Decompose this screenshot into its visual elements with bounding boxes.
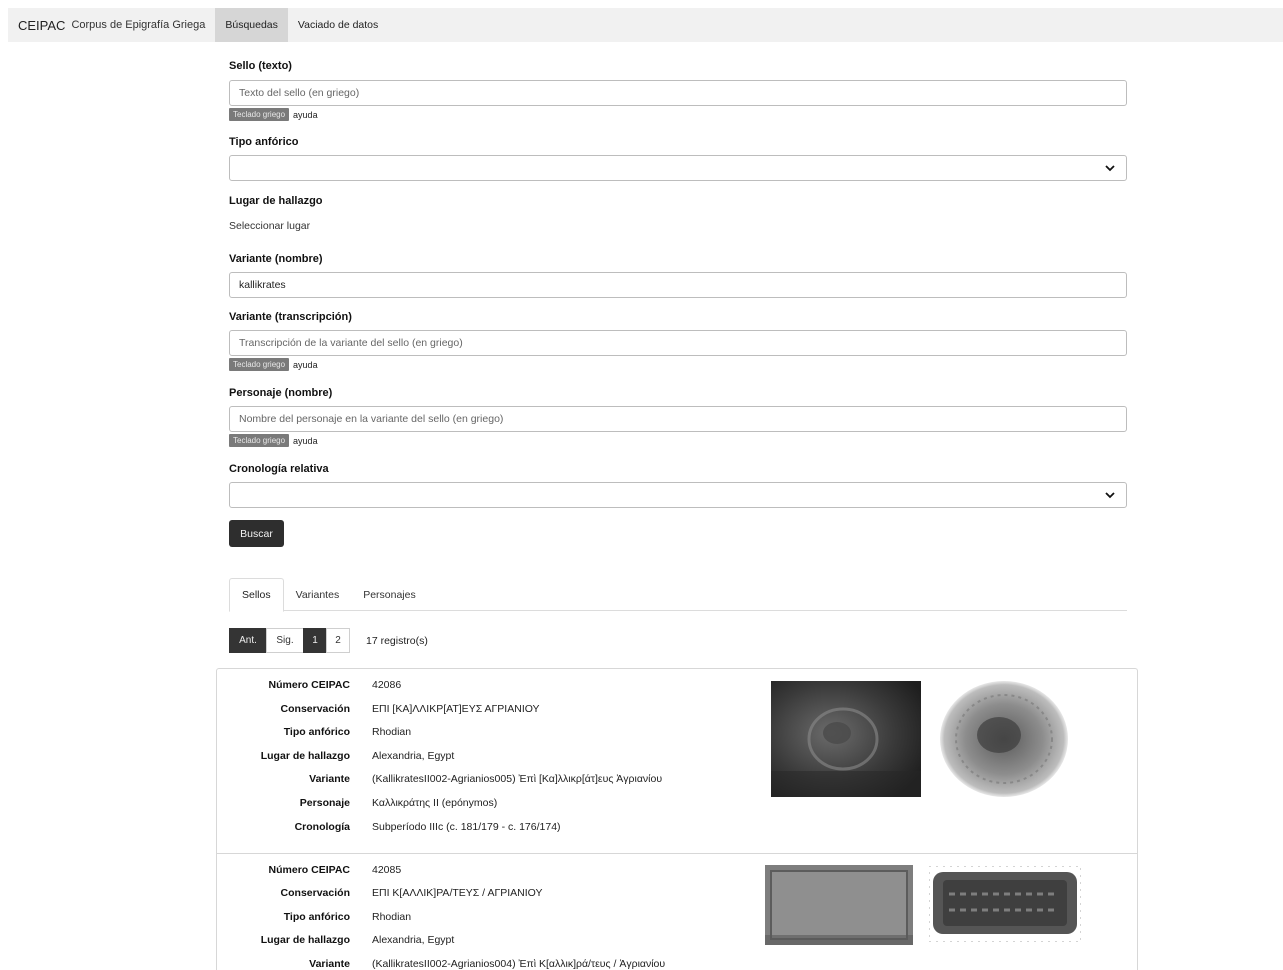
help-link[interactable]: ayuda [293, 360, 318, 370]
results-list: Número CEIPAC 42086 Conservación ΕΠΙ [ΚΑ]Λ… [216, 668, 1138, 970]
variante-value: (KallikratesII002-Agrianios005) Ἐπὶ [Κα]… [372, 773, 663, 785]
brand-subtitle: Corpus de Epigrafía Griega [71, 19, 206, 31]
field-label: Lugar de hallazgo [260, 934, 350, 946]
field-label: Variante [309, 958, 350, 970]
top-navbar: CEIPAC Corpus de Epigrafía Griega Búsque… [8, 8, 1283, 42]
field-label: Tipo anfórico [283, 726, 350, 738]
personaje-label: Personaje (nombre) [229, 387, 333, 399]
stamp-rubbing[interactable] [937, 679, 1072, 801]
search-button[interactable]: Buscar [229, 520, 284, 547]
crono-label: Cronología relativa [229, 463, 329, 475]
greek-keyboard-button[interactable]: Teclado griego [229, 108, 290, 121]
variante-nombre-label: Variante (nombre) [229, 253, 323, 265]
chevron-down-icon [1105, 165, 1115, 172]
page-1-button[interactable]: 1 [303, 628, 327, 653]
stamp-photo[interactable] [765, 865, 913, 945]
field-label: Variante [309, 773, 350, 785]
prev-page-button[interactable]: Ant. [229, 628, 267, 653]
tipo-label: Tipo anfórico [229, 136, 299, 148]
result-record: Número CEIPAC 42085 Conservación ΕΠΙ Κ[ΑΛΛ… [217, 853, 1137, 970]
sello-input[interactable] [229, 80, 1127, 106]
sello-label: Sello (texto) [229, 60, 292, 72]
result-tabs: Sellos Variantes Personajes [229, 578, 1127, 612]
tipo-select[interactable] [229, 155, 1127, 181]
select-place-link[interactable]: Seleccionar lugar [229, 220, 310, 232]
tab-sellos[interactable]: Sellos [229, 578, 284, 612]
personaje-value: Καλλικράτης II (epónymos) [372, 797, 498, 809]
conservacion-value: ΕΠΙ Κ[ΑΛΛΙΚ]ΡΑ/ΤΕΥΣ / ΑΓΡΙΑΝΙΟΥ [372, 887, 543, 899]
next-page-button[interactable]: Sig. [266, 628, 304, 653]
stamp-photo[interactable] [771, 681, 921, 797]
field-label: Conservación [280, 703, 350, 715]
field-label: Conservación [280, 887, 350, 899]
personaje-kbd-row: Teclado griego ayuda [229, 434, 318, 447]
sello-kbd-row: Teclado griego ayuda [229, 108, 318, 121]
greek-keyboard-button[interactable]: Teclado griego [229, 358, 290, 371]
help-link[interactable]: ayuda [293, 436, 318, 446]
crono-select[interactable] [229, 482, 1127, 508]
variante-nombre-input[interactable] [229, 272, 1127, 298]
conservacion-value: ΕΠΙ [ΚΑ]ΛΛΙΚΡ[ΑΤ]ΕΥΣ ΑΓΡΙΑΝΙΟΥ [372, 703, 540, 715]
brand-title: CEIPAC [18, 17, 66, 33]
help-link[interactable]: ayuda [293, 110, 318, 120]
lugar-value: Alexandria, Egypt [372, 934, 455, 946]
variante-trans-label: Variante (transcripción) [229, 311, 352, 323]
result-record: Número CEIPAC 42086 Conservación ΕΠΙ [ΚΑ]Λ… [217, 669, 1137, 853]
field-label: Número CEIPAC [268, 864, 350, 876]
pagination: Ant. Sig. 1 2 17 registro(s) [229, 628, 428, 653]
nav-tab-busquedas[interactable]: Búsquedas [215, 8, 288, 42]
variante-trans-input[interactable] [229, 330, 1127, 356]
greek-keyboard-button[interactable]: Teclado griego [229, 434, 290, 447]
field-label: Cronología [294, 821, 350, 833]
page-2-button[interactable]: 2 [326, 628, 350, 653]
field-label: Número CEIPAC [268, 679, 350, 691]
tab-variantes[interactable]: Variantes [284, 578, 352, 611]
record-count: 17 registro(s) [366, 634, 428, 647]
lugar-label: Lugar de hallazgo [229, 195, 323, 207]
lugar-value: Alexandria, Egypt [372, 750, 455, 762]
tab-personajes[interactable]: Personajes [351, 578, 428, 611]
cronologia-value: Subperíodo IIIc (c. 181/179 - c. 176/174… [372, 821, 561, 833]
variante-value: (KallikratesII002-Agrianios004) Ἐπὶ Κ[αλ… [372, 958, 666, 970]
tipo-value: Rhodian [372, 726, 412, 738]
field-label: Tipo anfórico [283, 911, 350, 923]
numero-value: 42086 [372, 679, 402, 691]
personaje-input[interactable] [229, 406, 1127, 432]
chevron-down-icon [1105, 492, 1115, 499]
variante-kbd-row: Teclado griego ayuda [229, 358, 318, 371]
stamp-rubbing[interactable] [929, 866, 1081, 942]
brand[interactable]: CEIPAC Corpus de Epigrafía Griega [8, 8, 215, 42]
field-label: Personaje [299, 797, 350, 809]
field-label: Lugar de hallazgo [260, 750, 350, 762]
tipo-value: Rhodian [372, 911, 412, 923]
numero-value: 42085 [372, 864, 402, 876]
nav-tab-vaciado[interactable]: Vaciado de datos [288, 8, 388, 42]
